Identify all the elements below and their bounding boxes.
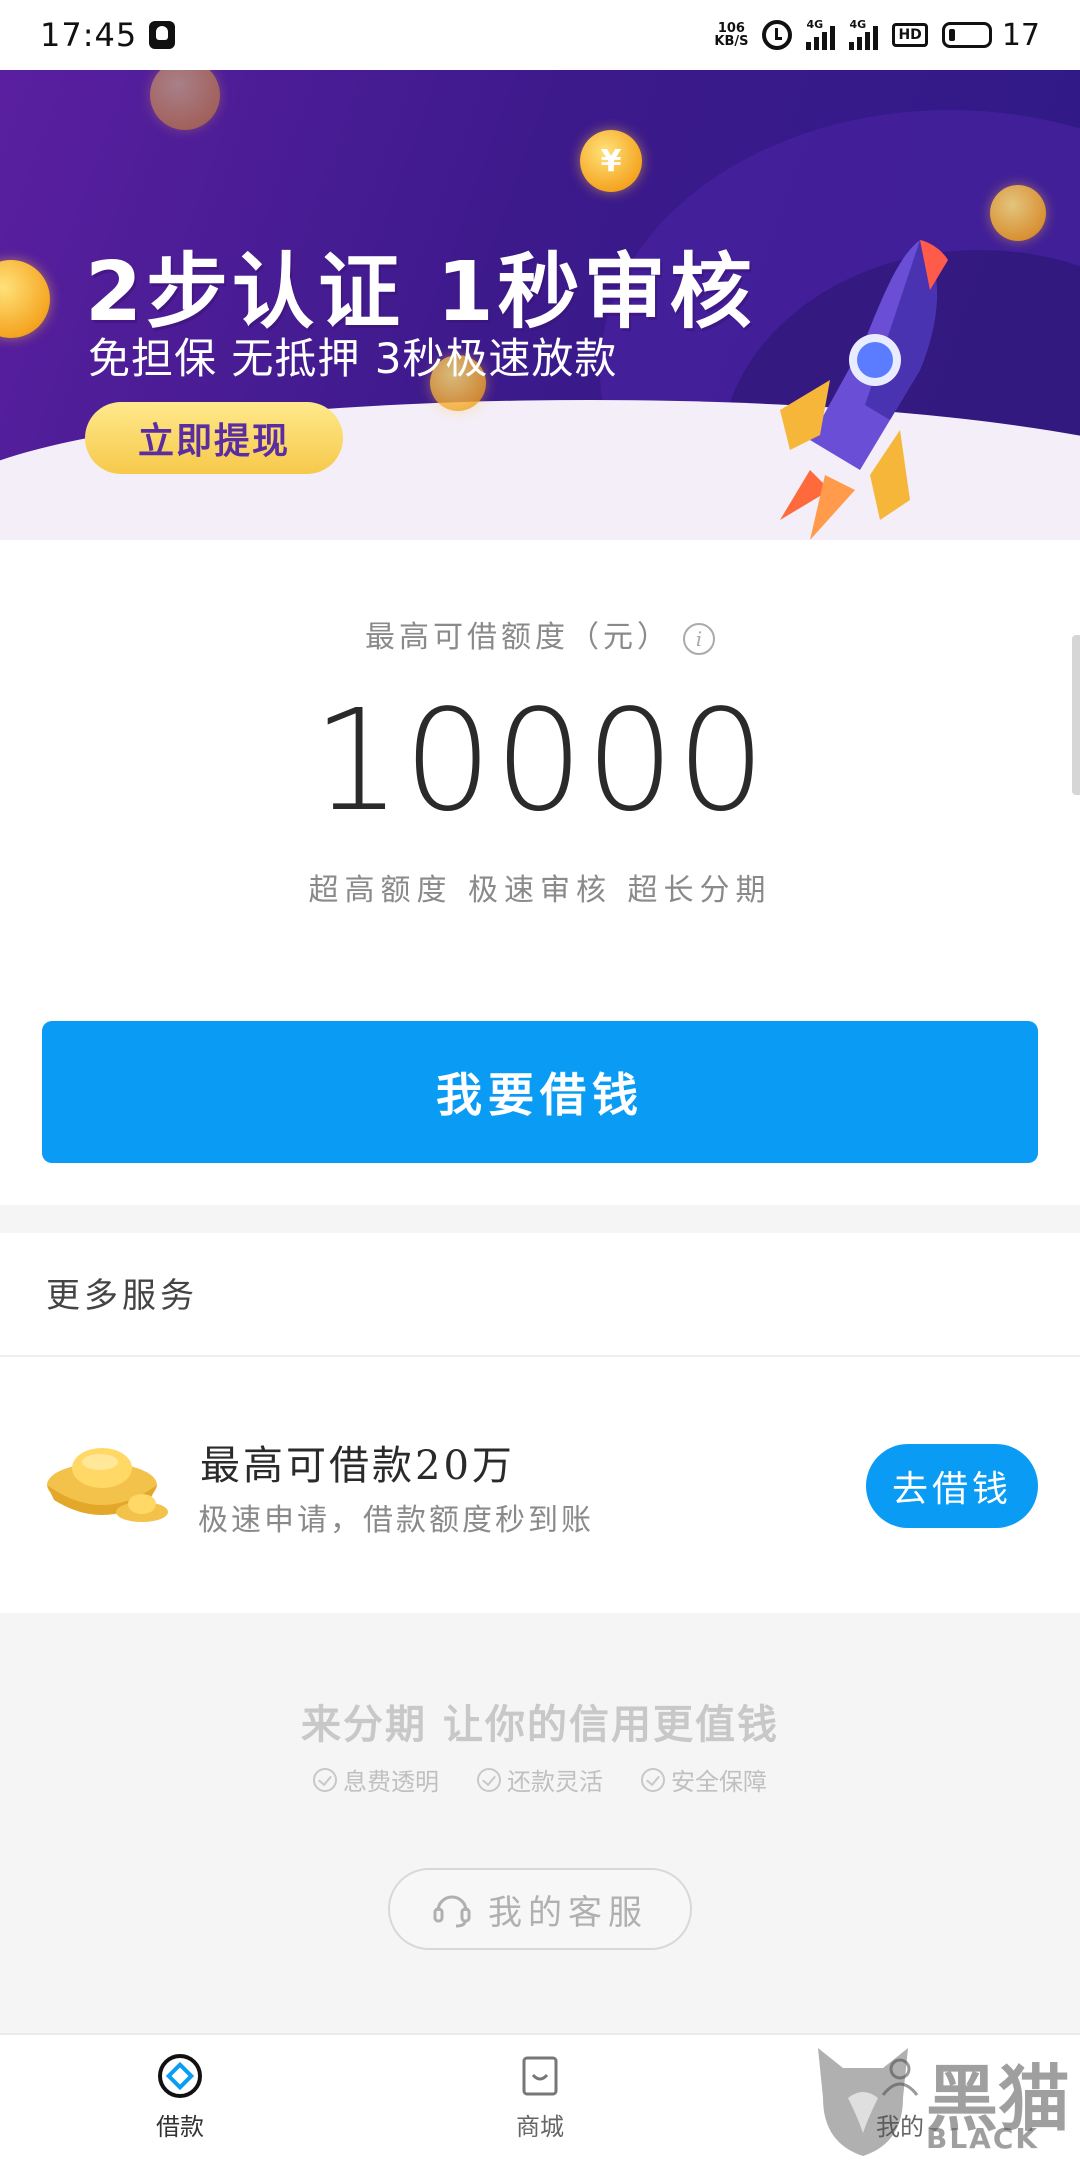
footer-area [0,1613,1080,2033]
customer-service-button[interactable]: 我的客服 [388,1868,692,1950]
withdraw-now-button[interactable]: 立即提现 [85,402,343,474]
divider [0,1355,1080,1357]
info-icon[interactable]: i [683,623,715,655]
promo-banner[interactable]: ¥ 2步认证 1秒审核 免担保 无抵押 3秒极速放款 立即提现 [0,70,1080,540]
coin-icon [0,260,50,338]
footer-features: 息费透明 还款灵活 安全保障 [0,1762,1080,1797]
status-bar: 17:45 106 KB/S 4G 4G HD 17 [0,0,1080,70]
shop-bag-icon [522,2056,558,2096]
battery-level: 17 [1001,17,1040,53]
coin-icon [990,185,1046,241]
rocket-icon [780,240,948,540]
watermark-subtext: BLACK CAT [926,2122,1040,2160]
max-quota-amount: 10000 [312,680,768,843]
quota-features: 超高额度 极速审核 超长分期 [308,873,772,908]
signal-icon: 4G [806,18,836,50]
service-description: 极速申请，借款额度秒到账 [198,1503,594,1538]
footer-slogan: 来分期 让你的信用更值钱 [301,1702,779,1748]
battery-icon [941,22,992,48]
check-circle-icon [313,1767,337,1792]
signal-icon-2: 4G [849,18,879,50]
more-services-title: 更多服务 [46,1276,198,1316]
feature-item: 息费透明 [313,1762,439,1797]
qq-notification-icon [149,21,176,49]
section-divider [0,1205,1080,1233]
status-icons: 106 KB/S 4G 4G HD 17 [714,18,1040,53]
network-speed: 106 KB/S [714,21,749,49]
check-circle-icon [477,1767,501,1792]
max-quota-label: 最高可借额度（元） i [0,612,1080,656]
coin-icon: ¥ [580,130,642,192]
black-cat-logo-icon [818,2048,908,2156]
go-borrow-button[interactable]: 去借钱 [866,1444,1038,1528]
feature-item: 安全保障 [641,1762,767,1797]
check-circle-icon [641,1767,665,1792]
borrow-money-button[interactable]: 我要借钱 [42,1021,1038,1163]
gold-ingot-icon [47,1448,168,1522]
status-time: 17:45 [40,16,138,54]
service-title: 最高可借款20万 [200,1443,515,1489]
tab-borrow[interactable]: 借款 [0,2035,360,2160]
coin-icon [150,70,220,130]
feature-item: 还款灵活 [477,1762,603,1797]
hd-voice-icon: HD [892,23,928,47]
side-drawer-handle[interactable] [1072,635,1080,795]
alarm-icon [762,20,793,50]
banner-subtitle: 免担保 无抵押 3秒极速放款 [88,334,618,383]
tab-shop[interactable]: 商城 [360,2035,720,2160]
borrow-icon [158,2054,202,2098]
black-cat-watermark: 黑猫 BLACK CAT [808,2030,1080,2160]
headset-icon [433,1895,471,1928]
